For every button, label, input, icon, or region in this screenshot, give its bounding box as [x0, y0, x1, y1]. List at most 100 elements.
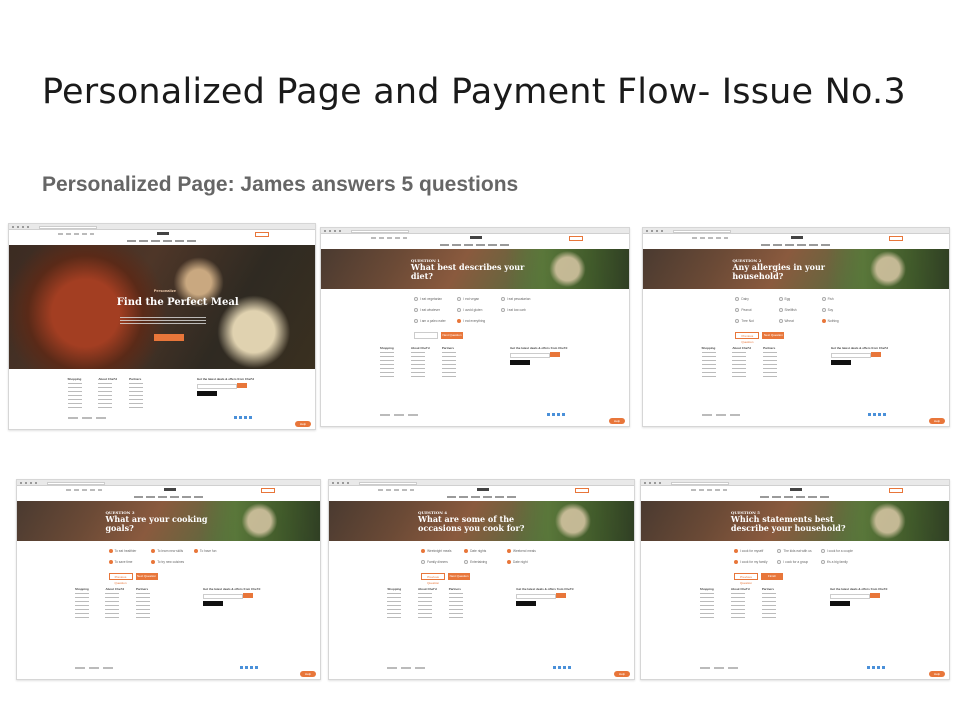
answer-option[interactable]: I eat vegetarian [414, 297, 442, 302]
site-logo[interactable] [470, 236, 482, 239]
radio-icon[interactable] [108, 549, 113, 554]
footer-links[interactable] [67, 383, 82, 409]
nav-links[interactable] [446, 496, 519, 498]
footer-links[interactable] [98, 383, 113, 409]
footer-legal-links[interactable] [74, 667, 115, 669]
nav-links[interactable] [127, 240, 199, 242]
answer-option[interactable]: Wheat [778, 319, 794, 324]
answer-option[interactable]: Family dinners [421, 560, 448, 565]
radio-icon[interactable] [464, 549, 469, 554]
radio-icon[interactable] [500, 308, 505, 313]
answer-option[interactable]: To try new cuisines [151, 560, 184, 565]
social-icons[interactable] [867, 413, 886, 416]
help-button[interactable]: Help [929, 671, 945, 677]
login-button[interactable] [255, 231, 270, 237]
footer-legal-links[interactable] [699, 667, 740, 669]
app-store-badge[interactable] [830, 601, 851, 606]
answer-option[interactable]: I cook for myself [734, 549, 763, 554]
previous-question-button[interactable]: Previous Question [108, 573, 133, 585]
answer-option[interactable]: I eat vegan [457, 297, 479, 302]
footer-links[interactable] [441, 352, 456, 378]
answer-option[interactable]: It's a big family [820, 560, 848, 565]
radio-icon[interactable] [735, 297, 740, 302]
radio-icon[interactable] [457, 308, 462, 313]
radio-icon[interactable] [151, 560, 156, 565]
signup-email-input[interactable] [830, 594, 871, 599]
footer-links[interactable] [387, 593, 402, 619]
social-icons[interactable] [867, 666, 886, 669]
answer-option[interactable]: I eat low carb [500, 308, 526, 313]
footer-links[interactable] [105, 593, 120, 619]
next-question-button[interactable]: Next Question [448, 573, 471, 580]
app-store-badge[interactable] [203, 601, 224, 606]
answer-option[interactable]: Entertaining [464, 560, 487, 565]
next-question-button[interactable]: Next Question [762, 332, 785, 339]
help-button[interactable]: Help [614, 671, 630, 677]
radio-icon[interactable] [734, 560, 738, 565]
footer-links[interactable] [448, 593, 463, 619]
social-icons[interactable] [553, 666, 572, 669]
help-button[interactable]: Help [929, 418, 945, 424]
address-bar[interactable] [673, 229, 731, 233]
app-store-badge[interactable] [830, 360, 851, 365]
login-button[interactable] [261, 487, 275, 493]
footer-links[interactable] [732, 352, 747, 378]
address-bar[interactable] [671, 481, 729, 485]
radio-icon[interactable] [151, 549, 156, 554]
nav-links[interactable] [760, 496, 832, 498]
radio-icon[interactable] [193, 549, 198, 554]
radio-icon[interactable] [464, 560, 469, 565]
radio-icon[interactable] [777, 549, 782, 554]
answer-option[interactable]: I eat pescatarian [500, 297, 530, 302]
radio-icon[interactable] [414, 308, 418, 313]
radio-icon[interactable] [778, 308, 783, 313]
answer-option[interactable]: To learn new skills [151, 549, 183, 554]
answer-option[interactable]: To have fun [193, 549, 216, 554]
social-icons[interactable] [233, 416, 252, 419]
address-bar[interactable] [47, 481, 105, 485]
footer-links[interactable] [129, 383, 144, 409]
address-bar[interactable] [351, 229, 409, 233]
answer-option[interactable]: I avoid gluten [457, 308, 482, 313]
radio-icon[interactable] [421, 560, 426, 565]
radio-icon[interactable] [777, 560, 782, 565]
help-button[interactable]: Help [295, 421, 311, 427]
site-logo[interactable] [157, 232, 169, 235]
answer-option[interactable]: I cook for my family [734, 560, 767, 565]
answer-option[interactable]: I eat everything [457, 319, 485, 324]
footer-links[interactable] [135, 593, 150, 619]
signup-email-input[interactable] [516, 594, 557, 599]
footer-links[interactable] [418, 593, 433, 619]
next-question-button[interactable]: Next Question [135, 573, 158, 580]
utility-links[interactable] [690, 488, 727, 491]
login-button[interactable] [889, 487, 903, 493]
footer-links[interactable] [74, 593, 89, 619]
footer-links[interactable] [761, 593, 776, 619]
radio-icon[interactable] [421, 549, 426, 554]
footer-legal-links[interactable] [387, 667, 428, 669]
radio-icon[interactable] [507, 560, 512, 565]
radio-icon[interactable] [734, 549, 738, 554]
address-bar[interactable] [39, 225, 97, 229]
signup-email-input[interactable] [203, 594, 244, 599]
utility-links[interactable] [378, 488, 415, 491]
previous-question-button[interactable]: Previous Question [734, 573, 758, 585]
radio-icon[interactable] [821, 319, 826, 324]
app-store-badge[interactable] [196, 391, 217, 396]
app-store-badge[interactable] [516, 601, 537, 606]
radio-icon[interactable] [108, 560, 113, 565]
utility-links[interactable] [692, 236, 729, 239]
answer-option[interactable]: Tree Nut [735, 319, 754, 324]
nav-links[interactable] [761, 244, 833, 246]
get-started-button[interactable] [153, 334, 184, 342]
answer-option[interactable]: The kids eat with us [777, 549, 812, 554]
signup-submit-button[interactable] [550, 351, 561, 357]
answer-option[interactable]: Date night [507, 560, 528, 565]
nav-links[interactable] [133, 496, 206, 498]
signup-submit-button[interactable] [236, 382, 247, 388]
login-button[interactable] [569, 235, 583, 241]
answer-option[interactable]: Peanut [735, 308, 752, 313]
login-button[interactable] [574, 487, 589, 493]
address-bar[interactable] [359, 481, 417, 485]
utility-links[interactable] [370, 236, 407, 239]
